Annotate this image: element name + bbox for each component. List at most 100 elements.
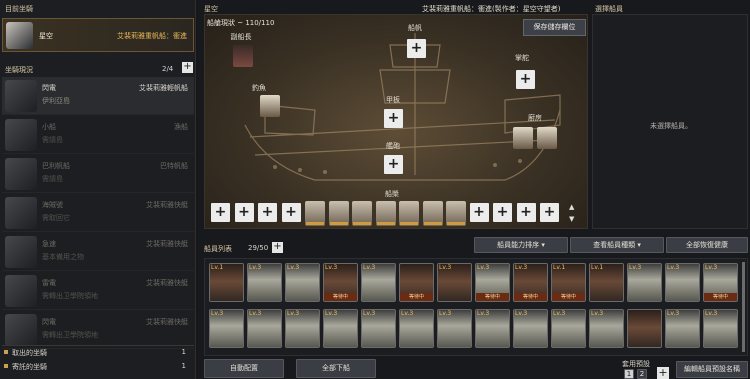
crew-card[interactable]	[627, 309, 662, 348]
vehicle-status-title: 坐騎現況	[5, 66, 33, 74]
crew-card[interactable]: Lv.3	[589, 309, 624, 348]
crew-scrollbar[interactable]	[742, 262, 745, 352]
vehicle-row[interactable]: 巴利帆船 需請島 巴特帆船	[2, 155, 194, 193]
crew-card[interactable]: Lv.3	[209, 309, 244, 348]
rower-slot-filled[interactable]	[352, 201, 372, 226]
crew-level: Lv.3	[667, 264, 680, 271]
rower-add-button[interactable]: +	[540, 203, 559, 222]
crew-level: Lv.3	[325, 264, 338, 271]
crew-card[interactable]: Lv.3	[247, 309, 282, 348]
slot-level-bar	[353, 222, 371, 225]
add-preset-button[interactable]: +	[657, 367, 669, 379]
vehicle-row[interactable]: 閃電 需轉出卫學院領地 艾裴莉雅快艇	[2, 311, 194, 349]
footer-row-out[interactable]: 取出的坐騎 1	[4, 348, 194, 360]
vehicle-row[interactable]: 急速 基本備用之物 艾裴莉雅快艇	[2, 233, 194, 271]
crew-card[interactable]: Lv.3	[475, 309, 510, 348]
current-vehicle-title: 目前坐騎	[5, 5, 33, 13]
add-vehicle-button[interactable]: +	[182, 62, 193, 73]
rower-add-button[interactable]: +	[234, 203, 254, 222]
crew-card[interactable]: Lv.3	[437, 263, 472, 302]
rower-slot-filled[interactable]	[305, 201, 325, 226]
sort-by-ability-button[interactable]: 船員能力排序 ▾	[474, 237, 568, 253]
kitchen-slot-2[interactable]	[537, 127, 557, 149]
select-crew-title: 選擇船員	[595, 5, 623, 13]
deck-add-button[interactable]: +	[384, 109, 403, 128]
rower-add-button[interactable]: +	[493, 203, 512, 222]
auto-assign-button[interactable]: 自動配置	[204, 359, 284, 378]
ship-icon	[5, 314, 37, 346]
crew-card[interactable]: Lv.3	[285, 309, 320, 348]
scroll-down-icon[interactable]: ▼	[569, 215, 577, 225]
ship-icon	[6, 22, 33, 49]
first-mate-slot[interactable]	[233, 45, 253, 67]
scroll-up-icon[interactable]: ▲	[569, 203, 577, 213]
add-crew-button[interactable]: +	[272, 242, 283, 253]
rower-slot-filled[interactable]	[399, 201, 419, 226]
crew-level: Lv.3	[705, 264, 718, 271]
crew-card[interactable]: Lv.3	[247, 263, 282, 302]
recover-all-button[interactable]: 全部恢復健康	[666, 237, 748, 253]
rower-slot-filled[interactable]	[446, 201, 466, 226]
edit-preset-name-button[interactable]: 編輯船員預設名稱	[676, 361, 748, 378]
crew-card[interactable]: Lv.1	[209, 263, 244, 302]
rower-slot-filled[interactable]	[422, 201, 443, 226]
crew-card[interactable]: Lv.3	[285, 263, 320, 302]
rower-add-button[interactable]: +	[258, 203, 277, 222]
crew-card[interactable]: Lv.3	[513, 309, 548, 348]
crew-card[interactable]: Lv.3	[703, 309, 738, 348]
preset-page-2[interactable]: 2	[637, 369, 647, 379]
slot-level-bar	[447, 222, 465, 225]
ship-icon	[5, 197, 37, 229]
rower-add-button[interactable]: +	[516, 203, 536, 222]
fisher-slot[interactable]	[260, 95, 280, 117]
crew-card[interactable]: Lv.3	[361, 309, 396, 348]
vehicle-location: 需轉出卫學院領地	[42, 331, 98, 339]
sail-add-button[interactable]: +	[407, 39, 426, 58]
kitchen-slot-1[interactable]	[513, 127, 533, 149]
cabin-add-button[interactable]: +	[384, 155, 403, 174]
crew-level: Lv.3	[667, 310, 680, 317]
crew-level: Lv.3	[211, 310, 224, 317]
crew-card[interactable]: Lv.3 等待中	[475, 263, 510, 302]
crew-card[interactable]: Lv.3	[437, 309, 472, 348]
vehicle-row[interactable]: 雷電 需轉出卫學院領地 艾裴莉雅快艇	[2, 272, 194, 310]
crew-level: Lv.3	[477, 264, 490, 271]
rower-add-button[interactable]: +	[469, 203, 489, 222]
crew-level: Lv.3	[287, 310, 300, 317]
crew-card[interactable]: Lv.3	[551, 309, 586, 348]
crew-type-button[interactable]: 查看船員種類 ▾	[570, 237, 664, 253]
crew-card[interactable]: Lv.3	[627, 263, 662, 302]
rower-slot-filled[interactable]	[328, 201, 349, 226]
save-slot-button[interactable]: 保存儲存欄位	[523, 19, 586, 36]
rower-add-button[interactable]: +	[281, 203, 301, 222]
vehicle-type: 艾裴莉雅快艇	[146, 201, 188, 209]
crew-card[interactable]: Lv.1	[589, 263, 624, 302]
crew-level: Lv.3	[515, 310, 528, 317]
current-vehicle-name: 星空	[39, 32, 53, 40]
crew-card[interactable]: Lv.3 等待中	[323, 263, 358, 302]
crew-card[interactable]: Lv.1 等待中	[551, 263, 586, 302]
vehicle-row[interactable]: 閃電 伊利亞島 艾裴莉雅輕帆船	[2, 77, 194, 115]
vehicle-row[interactable]: 海賊號 需取回它 艾裴莉雅快艇	[2, 194, 194, 232]
crew-card[interactable]: Lv.3	[361, 263, 396, 302]
footer-row-stored[interactable]: 寄託的坐騎 1	[4, 362, 194, 374]
current-vehicle-row[interactable]: 星空 艾裴莉雅重帆船：衝進	[2, 18, 194, 52]
crew-card[interactable]: Lv.3	[323, 309, 358, 348]
vehicle-row[interactable]: 小船 需請島 漁船	[2, 116, 194, 154]
crew-card[interactable]: Lv.3 等待中	[703, 263, 738, 302]
crew-card[interactable]: Lv.3	[665, 263, 700, 302]
rower-add-button[interactable]: +	[211, 203, 230, 222]
ship-icon	[5, 119, 37, 151]
slot-level-bar	[400, 222, 418, 225]
crew-card[interactable]: Lv.3 等待中	[513, 263, 548, 302]
crew-card[interactable]: Lv.3	[665, 309, 700, 348]
unassign-all-button[interactable]: 全部下船	[296, 359, 376, 378]
crew-card[interactable]: 等待中	[399, 263, 434, 302]
footer-value-stored: 1	[181, 362, 186, 370]
rower-slot-filled[interactable]	[375, 201, 396, 226]
preset-page-1[interactable]: 1	[624, 369, 634, 379]
crew-card[interactable]: Lv.3	[399, 309, 434, 348]
vehicle-name: 急速	[42, 240, 56, 248]
crew-status: 等待中	[704, 293, 737, 301]
helm-add-button[interactable]: +	[516, 70, 535, 89]
